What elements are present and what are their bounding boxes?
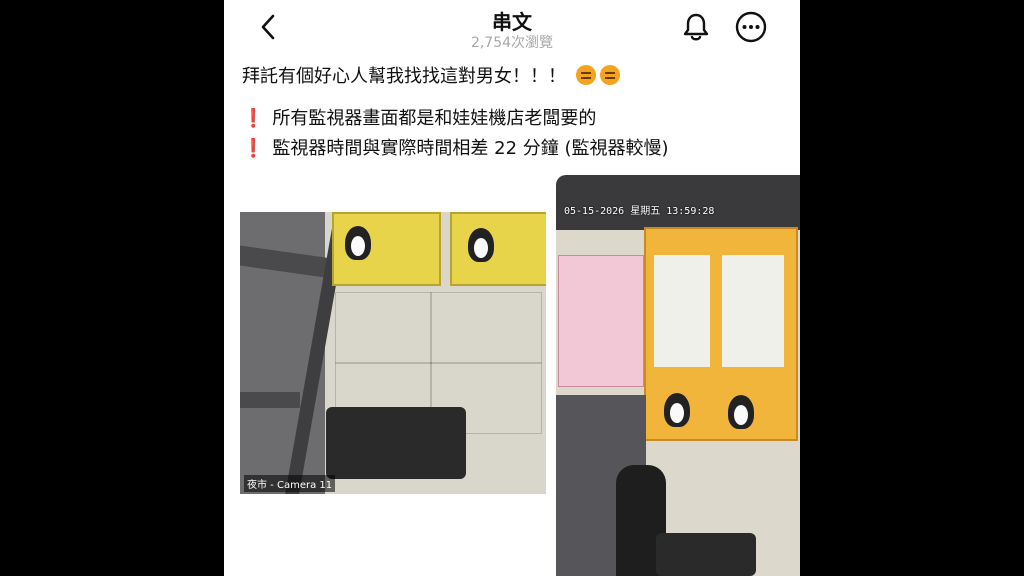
claw-machine <box>450 212 546 286</box>
post-line-3-text: 監視器時間與實際時間相差 22 分鐘 (監視器較慢) <box>272 138 669 159</box>
penguin-decal <box>345 226 371 260</box>
post-panel: 串文 2,754次瀏覽 拜託有個好心人幫我找找這對男女！！！ ❗ 所有監視器畫面都… <box>224 0 800 576</box>
page-title: 串文 <box>492 10 532 34</box>
floor-stripe <box>240 392 300 408</box>
claw-machine-pink <box>558 255 644 387</box>
penguin-decal <box>728 395 754 429</box>
post-line-1: 拜託有個好心人幫我找找這對男女！！！ <box>242 62 787 92</box>
camera-timestamp: 05-15-2026 星期五 13:59:28 <box>564 206 715 217</box>
more-options-button[interactable] <box>734 10 768 44</box>
red-exclamation-icon: ❗ <box>242 108 265 129</box>
notification-button[interactable] <box>680 11 712 43</box>
penguin-decal <box>468 228 494 262</box>
machine-glass <box>654 255 710 367</box>
bench <box>326 407 466 479</box>
top-bar: 串文 2,754次瀏覽 <box>224 0 800 56</box>
penguin-decal <box>664 393 690 427</box>
cctv-image-1[interactable]: 夜市 - Camera 11 <box>240 212 546 494</box>
floor-tile <box>335 292 432 364</box>
post-line-2-text: 所有監視器畫面都是和娃娃機店老闆要的 <box>272 108 597 129</box>
post-body: 拜託有個好心人幫我找找這對男女！！！ ❗ 所有監視器畫面都是和娃娃機店老闆要的 ❗… <box>242 62 787 164</box>
post-line-2: ❗ 所有監視器畫面都是和娃娃機店老闆要的 <box>242 104 787 134</box>
machine-glass <box>722 255 784 367</box>
post-line-1-text: 拜託有個好心人幫我找找這對男女！！！ <box>242 66 566 87</box>
more-icon <box>735 11 767 43</box>
floor-tile <box>430 292 542 364</box>
red-exclamation-icon: ❗ <box>242 138 265 159</box>
tired-face-emoji <box>575 65 596 85</box>
post-line-3: ❗ 監視器時間與實際時間相差 22 分鐘 (監視器較慢) <box>242 134 787 164</box>
bench <box>656 533 756 576</box>
view-count: 2,754次瀏覽 <box>470 35 554 51</box>
tired-face-emoji <box>599 65 620 85</box>
camera-caption: 夜市 - Camera 11 <box>244 475 336 492</box>
bell-icon <box>683 13 709 41</box>
cctv-image-2[interactable]: 05-15-2026 星期五 13:59:28 <box>556 175 800 576</box>
